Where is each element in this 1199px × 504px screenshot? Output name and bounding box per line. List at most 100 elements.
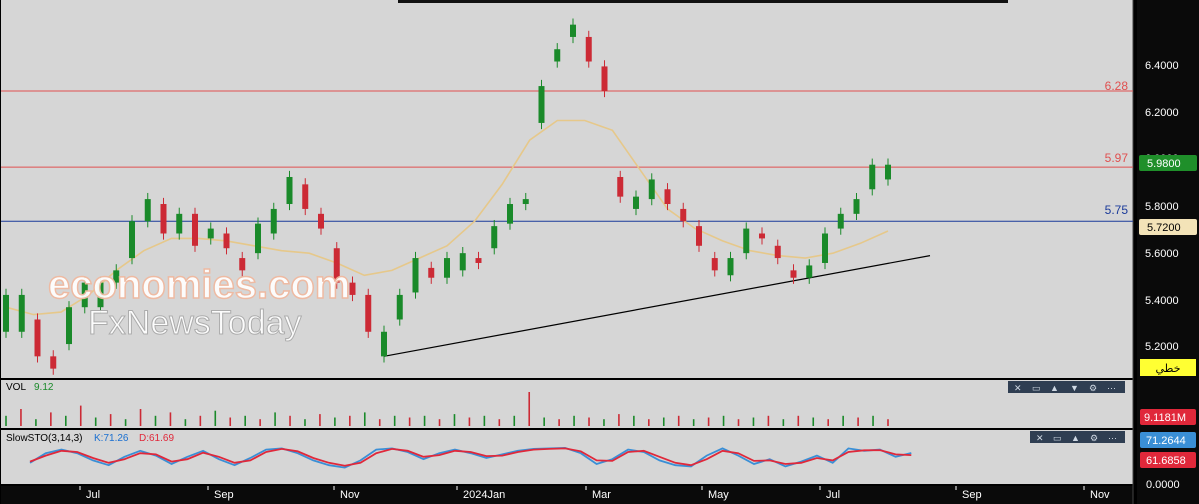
candle-body <box>270 208 277 234</box>
vol-axis-label: 9.1181M <box>1144 412 1186 424</box>
candle-body <box>444 258 450 278</box>
vol-value: 9.12 <box>34 382 54 393</box>
volume-bar <box>872 415 874 426</box>
candle <box>18 288 25 338</box>
volume-bar <box>35 419 37 426</box>
sto-panel-toolbar[interactable]: ✕ ▭ ▲ ⚙ ⋯ <box>1030 431 1125 443</box>
volume-bar <box>797 415 800 426</box>
candle <box>255 217 261 260</box>
candle-body <box>396 294 403 320</box>
candle <box>66 301 72 351</box>
volume-bar <box>707 417 710 426</box>
volume-bar <box>573 415 575 426</box>
settings-icon: ⚙ <box>1089 383 1097 393</box>
volume-bar <box>169 412 172 426</box>
volume-bar <box>79 405 82 426</box>
chart-canvas: economies.com FxNewsToday 6.28 5.97 5.75… <box>0 0 1199 504</box>
volume-bar <box>453 414 456 426</box>
volume-bar <box>842 415 844 426</box>
candle-body <box>696 226 702 246</box>
close-icon: ✕ <box>1014 383 1022 393</box>
candle-body <box>853 199 860 214</box>
candle-body <box>18 294 25 332</box>
volume-bar <box>64 415 67 426</box>
price-tick-label: 6.4000 <box>1145 60 1179 72</box>
volume-bar <box>438 419 441 426</box>
candle-body <box>412 258 419 293</box>
candle-body <box>790 270 797 278</box>
time-tick-label: Jul <box>826 489 840 501</box>
volume-bar <box>887 419 889 426</box>
candle <box>538 79 545 130</box>
trendline-button-label: خطي <box>1156 362 1181 375</box>
volume-bar <box>468 417 471 426</box>
candle-body <box>727 258 734 276</box>
volume-bar <box>722 415 725 426</box>
candle <box>412 251 419 299</box>
price-tick-label: 5.2000 <box>1145 341 1179 353</box>
volume-bar <box>184 419 187 426</box>
candle-body <box>459 253 466 271</box>
candle-body <box>601 66 608 91</box>
sto-bottom-axis-label: 0.0000 <box>1146 479 1180 491</box>
candle-body <box>554 49 561 62</box>
candle-body <box>774 245 781 259</box>
volume-bar <box>363 412 366 426</box>
candle-body <box>664 189 671 205</box>
candle-body <box>3 294 9 332</box>
sto-k-label: K:71.26 <box>94 433 129 444</box>
volume-bar <box>618 414 620 426</box>
volume-bar <box>857 417 859 426</box>
candle-body <box>680 208 687 222</box>
volume-bar <box>199 415 202 426</box>
candle-body <box>302 184 309 209</box>
watermark-economies: economies.com <box>48 263 350 307</box>
candle-body <box>759 233 765 239</box>
candle-body <box>885 164 891 180</box>
volume-bar <box>289 415 291 426</box>
candle-body <box>869 164 876 190</box>
candle-body <box>617 176 624 197</box>
candle-body <box>475 258 482 263</box>
volume-bar <box>408 417 411 426</box>
minimize-icon: ▭ <box>1032 383 1041 393</box>
candle <box>365 288 372 338</box>
level-label-628: 6.28 <box>1105 79 1129 93</box>
candle-body <box>286 176 293 205</box>
candle-body <box>743 228 750 254</box>
volume-bar <box>109 414 112 426</box>
volume-bar <box>752 417 755 426</box>
volume-bar <box>274 412 276 426</box>
level-label-575: 5.75 <box>1105 203 1129 217</box>
time-tick-label: Nov <box>1090 489 1110 501</box>
candle-body <box>585 36 592 62</box>
last-price-label: 5.9800 <box>1147 158 1181 170</box>
volume-bar <box>154 415 157 426</box>
candle-body <box>144 199 151 222</box>
volume-bar <box>139 409 142 426</box>
candle <box>34 313 41 363</box>
volume-bar <box>767 415 770 426</box>
candle-body <box>806 265 813 278</box>
volume-bar <box>588 417 590 426</box>
price-tick-label: 6.2000 <box>1145 107 1179 119</box>
time-tick-label: May <box>708 489 729 501</box>
vol-panel-toolbar[interactable]: ✕ ▭ ▲ ▼ ⚙ ⋯ <box>1008 381 1125 393</box>
settings-icon: ⚙ <box>1090 433 1098 443</box>
candle-body <box>50 356 57 369</box>
volume-bar <box>214 410 217 426</box>
options-icon: ⋯ <box>1108 433 1117 443</box>
candle-body <box>507 204 513 224</box>
candle-body <box>538 86 545 123</box>
volume-bar <box>229 417 232 426</box>
candle-body <box>648 179 655 200</box>
candle <box>822 227 828 270</box>
volume-bar <box>319 414 321 426</box>
volume-bar <box>513 415 516 426</box>
volume-bar <box>423 415 426 426</box>
move-down-icon: ▼ <box>1070 383 1079 393</box>
volume-bar <box>259 419 261 426</box>
volume-bar <box>827 419 830 426</box>
candle-body <box>66 307 72 345</box>
volume-bar <box>648 419 650 426</box>
